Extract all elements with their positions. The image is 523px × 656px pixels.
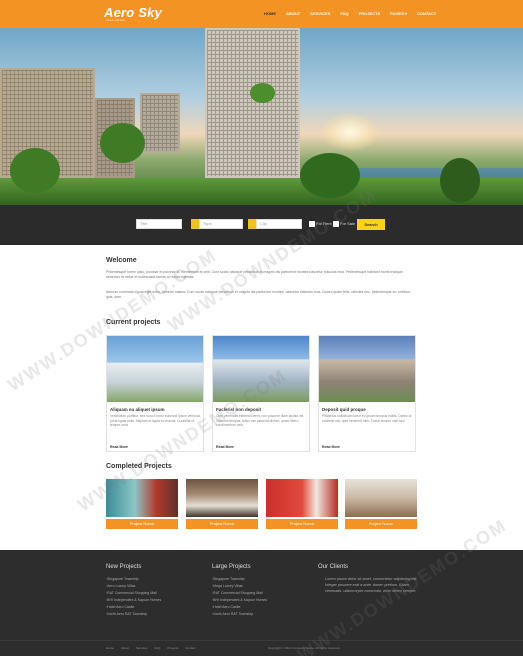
nav-pages[interactable]: PAGES ▾ <box>390 11 407 16</box>
nav-faq[interactable]: FAQ <box>340 11 348 16</box>
footer-link[interactable]: Singapore Township <box>106 576 161 583</box>
footer-link[interactable]: BHI Independent & Kapoor Homes <box>212 597 267 604</box>
welcome-title: Welcome <box>106 257 137 264</box>
footer-link[interactable]: North Aero RAT Township <box>212 611 267 618</box>
read-more-link[interactable]: Read More <box>216 445 234 449</box>
building-mid-small <box>140 93 180 153</box>
footer-bottom-bar: Home About Services FAQ Projects Contact… <box>0 640 523 656</box>
project-description: Phasellus sollicitudin tortor eu ipsum t… <box>322 414 412 423</box>
tree <box>300 153 360 198</box>
completed-project-image[interactable] <box>106 479 178 517</box>
project-name-button[interactable]: Project Name <box>186 519 258 529</box>
completed-project-card: Project Name <box>345 479 417 529</box>
footer-link[interactable]: Aero Luxury Villas <box>106 583 161 590</box>
project-image[interactable] <box>107 336 203 402</box>
footer-new-projects-title: New Projects <box>106 564 142 570</box>
city-input[interactable]: City <box>256 219 302 229</box>
search-bar: Title Type City For Rent For Sale Search <box>0 205 523 245</box>
project-description: Vestibulum porttitor, sed non ut tortor … <box>110 414 201 428</box>
completed-project-image[interactable] <box>266 479 338 517</box>
footer-link[interactable]: Hotel Aero Castle <box>106 604 161 611</box>
project-description: Cras venenatis eleifend lorem, non posue… <box>216 414 305 428</box>
project-image[interactable] <box>213 336 309 402</box>
for-rent-checkbox[interactable] <box>309 221 315 227</box>
footer-clients-title: Our Clients <box>318 564 349 570</box>
footer-bottom-link-projects[interactable]: Projects <box>167 646 178 650</box>
hero-banner-image <box>0 28 523 205</box>
building-center-tower <box>205 28 300 178</box>
city-icon <box>248 219 256 229</box>
completed-project-image[interactable] <box>345 479 417 517</box>
read-more-link[interactable]: Read More <box>110 445 128 449</box>
type-icon <box>191 219 199 229</box>
footer-large-projects-list: Singapore Township Mega Luxury Villas RA… <box>212 576 267 618</box>
project-title[interactable]: Deposit quid proque <box>322 407 366 412</box>
project-title[interactable]: Aliquam eu aliquet ipsum <box>110 407 165 412</box>
tree <box>100 123 145 163</box>
nav-services[interactable]: SERVICES <box>310 11 330 16</box>
project-card: Aliquam eu aliquet ipsum Vestibulum port… <box>106 335 204 452</box>
for-rent-label: For Rent <box>316 221 332 226</box>
project-name-button[interactable]: Project Name <box>345 519 417 529</box>
footer-large-projects-title: Large Projects <box>212 564 251 570</box>
footer-bottom-link-services[interactable]: Services <box>136 646 148 650</box>
footer-bottom-nav: Home About Services FAQ Projects Contact <box>106 646 203 650</box>
nav-projects[interactable]: PROJECTS <box>359 11 381 16</box>
main-content: Welcome Pellentesque lorem justo, pulvin… <box>0 245 523 550</box>
completed-project-image[interactable] <box>186 479 258 517</box>
footer-bottom-link-about[interactable]: About <box>121 646 129 650</box>
tree <box>440 158 480 203</box>
logo-subtitle: real estate <box>106 18 126 22</box>
footer-new-projects-list: Singapore Township Aero Luxury Villas RA… <box>106 576 161 618</box>
project-card: Faclerisl non deposit Cras venenatis ele… <box>212 335 310 452</box>
footer-link[interactable]: North Aero RAT Township <box>106 611 161 618</box>
current-projects-title: Current projects <box>106 319 161 326</box>
project-name-button[interactable]: Project Name <box>106 519 178 529</box>
nav-about[interactable]: ABOUT <box>286 11 300 16</box>
sun-glow <box>320 112 380 152</box>
project-card: Deposit quid proque Phasellus sollicitud… <box>318 335 416 452</box>
type-input[interactable]: Type <box>199 219 243 229</box>
page: Aero Sky real estate HOME ABOUT SERVICES… <box>0 0 523 656</box>
search-button[interactable]: Search <box>357 219 385 230</box>
footer-bottom-link-faq[interactable]: FAQ <box>154 646 160 650</box>
copyright-text: Copyright © 2014 Company Name. All right… <box>268 646 341 650</box>
project-image[interactable] <box>319 336 415 402</box>
completed-projects-title: Completed Projects <box>106 463 172 470</box>
read-more-link[interactable]: Read More <box>322 445 340 449</box>
project-title[interactable]: Faclerisl non deposit <box>216 407 261 412</box>
welcome-paragraph-1: Pellentesque lorem justo, pulvinar et pu… <box>106 270 403 279</box>
footer-link[interactable]: Mega Luxury Villas <box>212 583 267 590</box>
footer-link[interactable]: Singapore Township <box>212 576 267 583</box>
title-input[interactable]: Title <box>136 219 182 229</box>
footer-bottom-link-home[interactable]: Home <box>106 646 114 650</box>
nav-home[interactable]: HOME <box>264 11 276 16</box>
footer-link[interactable]: RAT Commercial Shopping Mall <box>212 590 267 597</box>
completed-project-card: Project Name <box>106 479 178 529</box>
for-sale-checkbox[interactable] <box>333 221 339 227</box>
nav-contact[interactable]: CONTACT <box>417 11 436 16</box>
footer-link[interactable]: BHI Independent & Kapoor Homes <box>106 597 161 604</box>
completed-project-card: Project Name <box>186 479 258 529</box>
header-bar: Aero Sky real estate HOME ABOUT SERVICES… <box>0 0 523 28</box>
main-nav: HOME ABOUT SERVICES FAQ PROJECTS PAGES ▾… <box>264 11 446 16</box>
footer: New Projects Singapore Township Aero Lux… <box>0 550 523 656</box>
footer-link[interactable]: RAT Commercial Shopping Mall <box>106 590 161 597</box>
completed-project-card: Project Name <box>266 479 338 529</box>
tree <box>10 148 60 193</box>
footer-link[interactable]: Hotel Aero Castle <box>212 604 267 611</box>
tree <box>250 83 275 103</box>
for-sale-label: For Sale <box>340 221 356 226</box>
project-name-button[interactable]: Project Name <box>266 519 338 529</box>
welcome-paragraph-2: Aenean commodo ligula eget dolor. Aenean… <box>106 290 411 299</box>
client-testimonial: Lorem ipsum dolor sit amet, consectetur … <box>325 577 418 593</box>
footer-bottom-link-contact[interactable]: Contact <box>185 646 195 650</box>
